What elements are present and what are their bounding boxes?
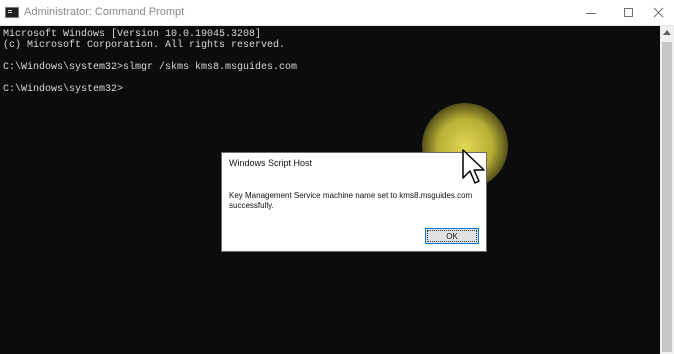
scrollbar-thumb[interactable] [662, 42, 672, 352]
console-line: Microsoft Windows [Version 10.0.19045.32… [3, 29, 262, 40]
ok-button[interactable]: OK [425, 228, 479, 244]
minimize-button[interactable] [573, 0, 607, 25]
scroll-up-arrow-icon[interactable] [663, 30, 671, 35]
vertical-scrollbar[interactable] [660, 26, 674, 354]
console-output[interactable]: Microsoft Windows [Version 10.0.19045.32… [3, 29, 653, 95]
console-line: (c) Microsoft Corporation. All rights re… [3, 40, 286, 51]
window-title: Administrator: Command Prompt [24, 6, 185, 18]
console-line: C:\Windows\system32> [3, 84, 124, 95]
maximize-button[interactable] [612, 0, 646, 25]
cmd-icon [5, 7, 19, 18]
close-button[interactable] [642, 0, 674, 25]
title-bar[interactable]: Administrator: Command Prompt [0, 0, 674, 26]
dialog-message: Key Management Service machine name set … [229, 191, 473, 210]
dialog-title: Windows Script Host [229, 158, 313, 168]
mouse-pointer-icon [462, 149, 485, 184]
console-line: C:\Windows\system32>slmgr /skms kms8.msg… [3, 62, 298, 73]
script-host-dialog: Windows Script Host Key Management Servi… [221, 152, 487, 252]
